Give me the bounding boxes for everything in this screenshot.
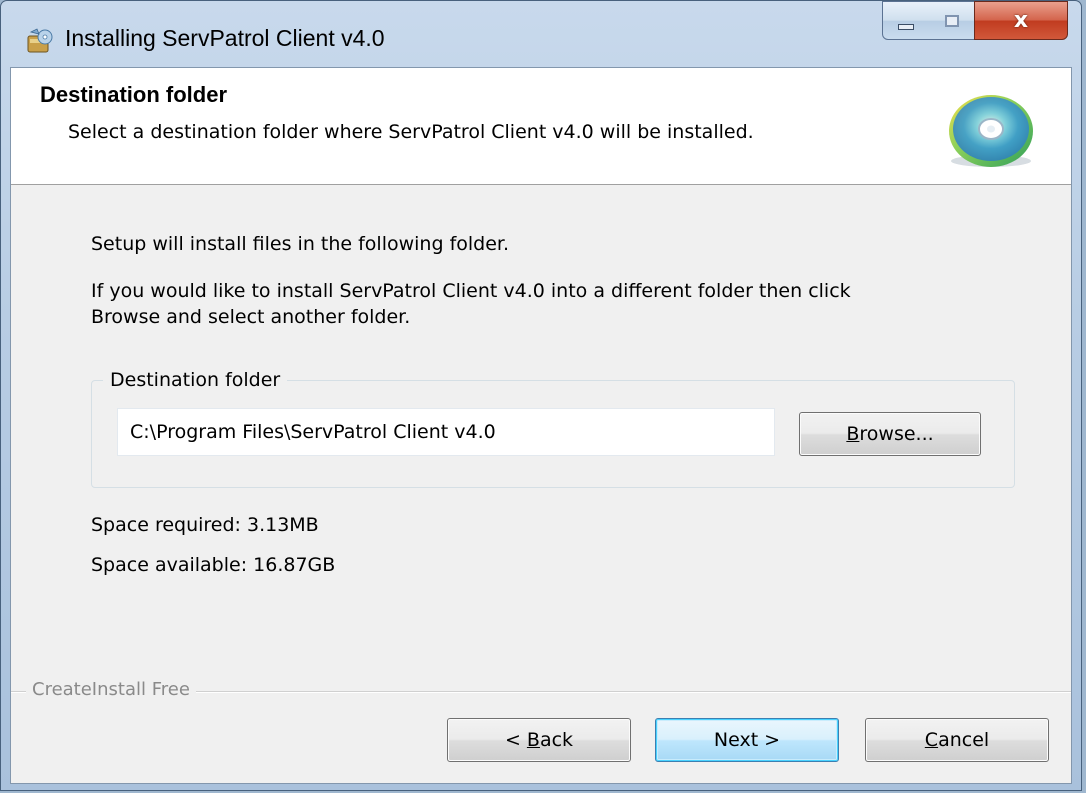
- cancel-button-label: Cancel: [924, 729, 990, 751]
- cd-disc-icon: [949, 95, 1033, 167]
- brand-label: CreateInstall Free: [26, 679, 196, 700]
- minimize-button[interactable]: [882, 1, 930, 40]
- page-title: Destination folder: [40, 82, 228, 107]
- installer-window: Installing ServPatrol Client v4.0 x Dest…: [0, 0, 1082, 791]
- back-button-label: < Back: [504, 729, 574, 751]
- instruction-text-line1: If you would like to install ServPatrol …: [91, 280, 851, 302]
- destination-folder-group-label: Destination folder: [103, 369, 288, 391]
- maximize-button[interactable]: [929, 1, 975, 40]
- browse-button[interactable]: Browse...: [799, 412, 981, 456]
- wizard-client-area: Destination folder Select a destination …: [10, 67, 1072, 784]
- back-button[interactable]: < Back: [447, 718, 631, 762]
- page-subtitle: Select a destination folder where ServPa…: [68, 121, 754, 143]
- installer-app-icon: [27, 28, 53, 53]
- close-button[interactable]: x: [974, 1, 1068, 40]
- maximize-icon: [944, 14, 959, 27]
- next-button[interactable]: Next >: [655, 718, 839, 762]
- cancel-button[interactable]: Cancel: [865, 718, 1049, 762]
- window-title: Installing ServPatrol Client v4.0: [65, 25, 385, 51]
- minimize-icon: [898, 23, 914, 30]
- browse-button-label: Browse...: [846, 423, 934, 445]
- space-available-text: Space available: 16.87GB: [91, 554, 336, 576]
- instruction-text-line2: Browse and select another folder.: [91, 306, 411, 328]
- title-bar[interactable]: Installing ServPatrol Client v4.0 x: [1, 1, 1081, 67]
- intro-text: Setup will install files in the followin…: [91, 233, 510, 255]
- next-button-label: Next >: [713, 729, 781, 751]
- wizard-header: Destination folder Select a destination …: [11, 68, 1071, 185]
- destination-path-input[interactable]: [117, 408, 775, 456]
- close-icon: x: [1013, 8, 1029, 33]
- space-required-text: Space required: 3.13MB: [91, 514, 319, 536]
